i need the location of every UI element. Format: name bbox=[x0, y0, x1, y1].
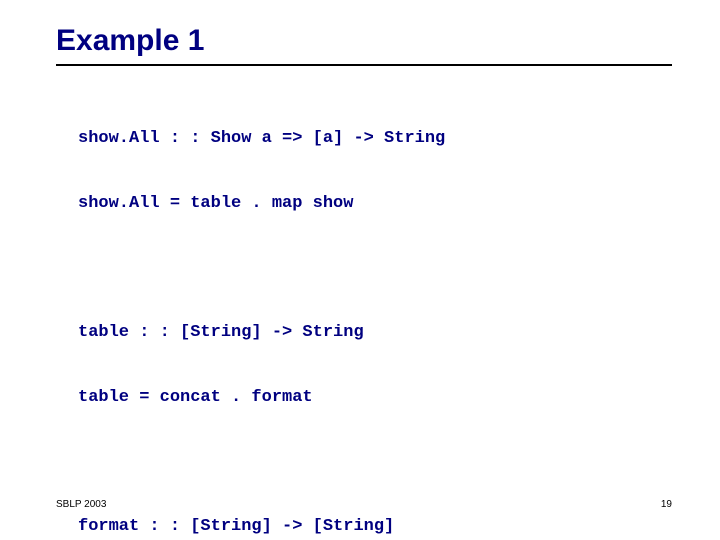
footer-left: SBLP 2003 bbox=[56, 499, 106, 510]
code-line: show.All : : Show a => [a] -> String bbox=[78, 130, 672, 147]
code-line: table : : [String] -> String bbox=[78, 324, 672, 341]
slide-number: 19 bbox=[661, 499, 672, 510]
code-line: show.All = table . map show bbox=[78, 195, 672, 212]
slide: Example 1 show.All : : Show a => [a] -> … bbox=[0, 0, 720, 540]
slide-title: Example 1 bbox=[56, 24, 672, 58]
code-line: format : : [String] -> [String] bbox=[78, 518, 672, 535]
code-block: show.All : : Show a => [a] -> String sho… bbox=[78, 96, 672, 540]
title-underline bbox=[56, 64, 672, 66]
code-line: table = concat . format bbox=[78, 389, 672, 406]
